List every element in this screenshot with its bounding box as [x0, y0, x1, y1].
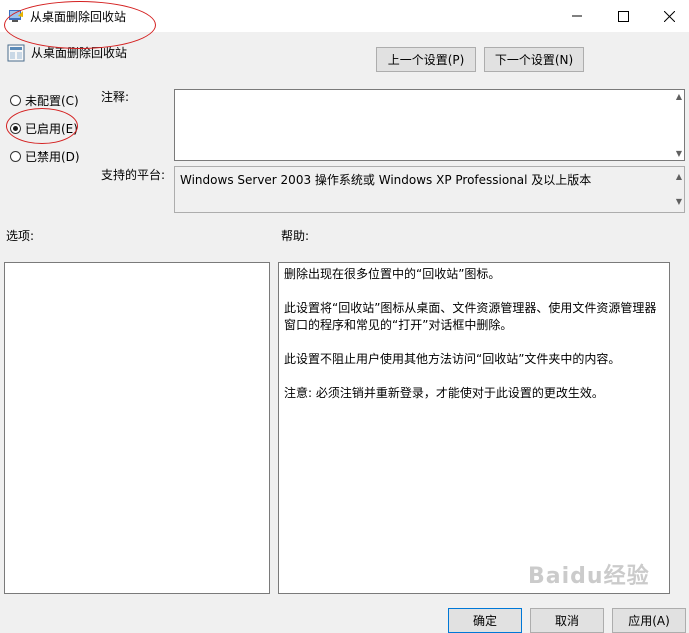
- ok-button[interactable]: 确定: [448, 608, 522, 633]
- scroll-down-icon[interactable]: ▼: [676, 194, 682, 210]
- radio-not-configured[interactable]: 未配置(C): [10, 92, 79, 109]
- radio-button[interactable]: [10, 151, 21, 162]
- platform-value: Windows Server 2003 操作系统或 Windows XP Pro…: [180, 173, 592, 187]
- minimize-button[interactable]: [554, 0, 600, 32]
- setting-name: 从桌面删除回收站: [31, 46, 128, 60]
- cancel-button[interactable]: 取消: [530, 608, 604, 633]
- minimize-icon: [572, 15, 582, 17]
- radio-disabled[interactable]: 已禁用(D): [10, 148, 80, 165]
- window-title: 从桌面删除回收站: [30, 10, 127, 24]
- apply-button[interactable]: 应用(A): [612, 608, 686, 633]
- help-paragraph: 此设置不阻止用户使用其他方法访问“回收站”文件夹中的内容。: [284, 352, 621, 366]
- radio-enabled[interactable]: 已启用(E): [10, 120, 78, 137]
- comment-label: 注释:: [101, 90, 130, 104]
- help-label: 帮助:: [281, 229, 310, 243]
- options-panel: [4, 262, 270, 594]
- radio-label: 已禁用(D): [25, 150, 80, 164]
- scroll-down-icon[interactable]: ▼: [676, 149, 682, 158]
- radio-button-selected[interactable]: [10, 123, 21, 134]
- maximize-icon: [617, 10, 629, 22]
- radio-label: 未配置(C): [25, 94, 79, 108]
- help-paragraph: 删除出现在很多位置中的“回收站”图标。: [284, 267, 501, 281]
- maximize-button[interactable]: [600, 0, 646, 32]
- radio-button[interactable]: [10, 95, 21, 106]
- close-button[interactable]: [646, 0, 689, 32]
- setting-icon: [7, 44, 25, 62]
- platform-field: Windows Server 2003 操作系统或 Windows XP Pro…: [174, 166, 685, 213]
- scroll-up-icon[interactable]: ▲: [676, 92, 682, 101]
- close-icon: [663, 10, 675, 22]
- help-panel: 删除出现在很多位置中的“回收站”图标。 此设置将“回收站”图标从桌面、文件资源管…: [278, 262, 670, 594]
- next-setting-button[interactable]: 下一个设置(N): [484, 47, 584, 72]
- scroll-up-icon[interactable]: ▲: [676, 169, 682, 185]
- title-bar: 从桌面删除回收站: [0, 0, 689, 32]
- policy-icon: [9, 10, 23, 22]
- help-paragraph: 注意: 必须注销并重新登录，才能使对于此设置的更改生效。: [284, 386, 604, 400]
- watermark-logo: Baidu经验: [528, 564, 650, 589]
- help-paragraph: 此设置将“回收站”图标从桌面、文件资源管理器、使用文件资源管理器窗口的程序和常见…: [284, 301, 657, 332]
- options-label: 选项:: [6, 229, 35, 243]
- previous-setting-button[interactable]: 上一个设置(P): [376, 47, 476, 72]
- radio-label: 已启用(E): [25, 122, 78, 136]
- platform-label: 支持的平台:: [101, 168, 166, 182]
- comment-textarea[interactable]: ▲ ▼: [174, 89, 685, 161]
